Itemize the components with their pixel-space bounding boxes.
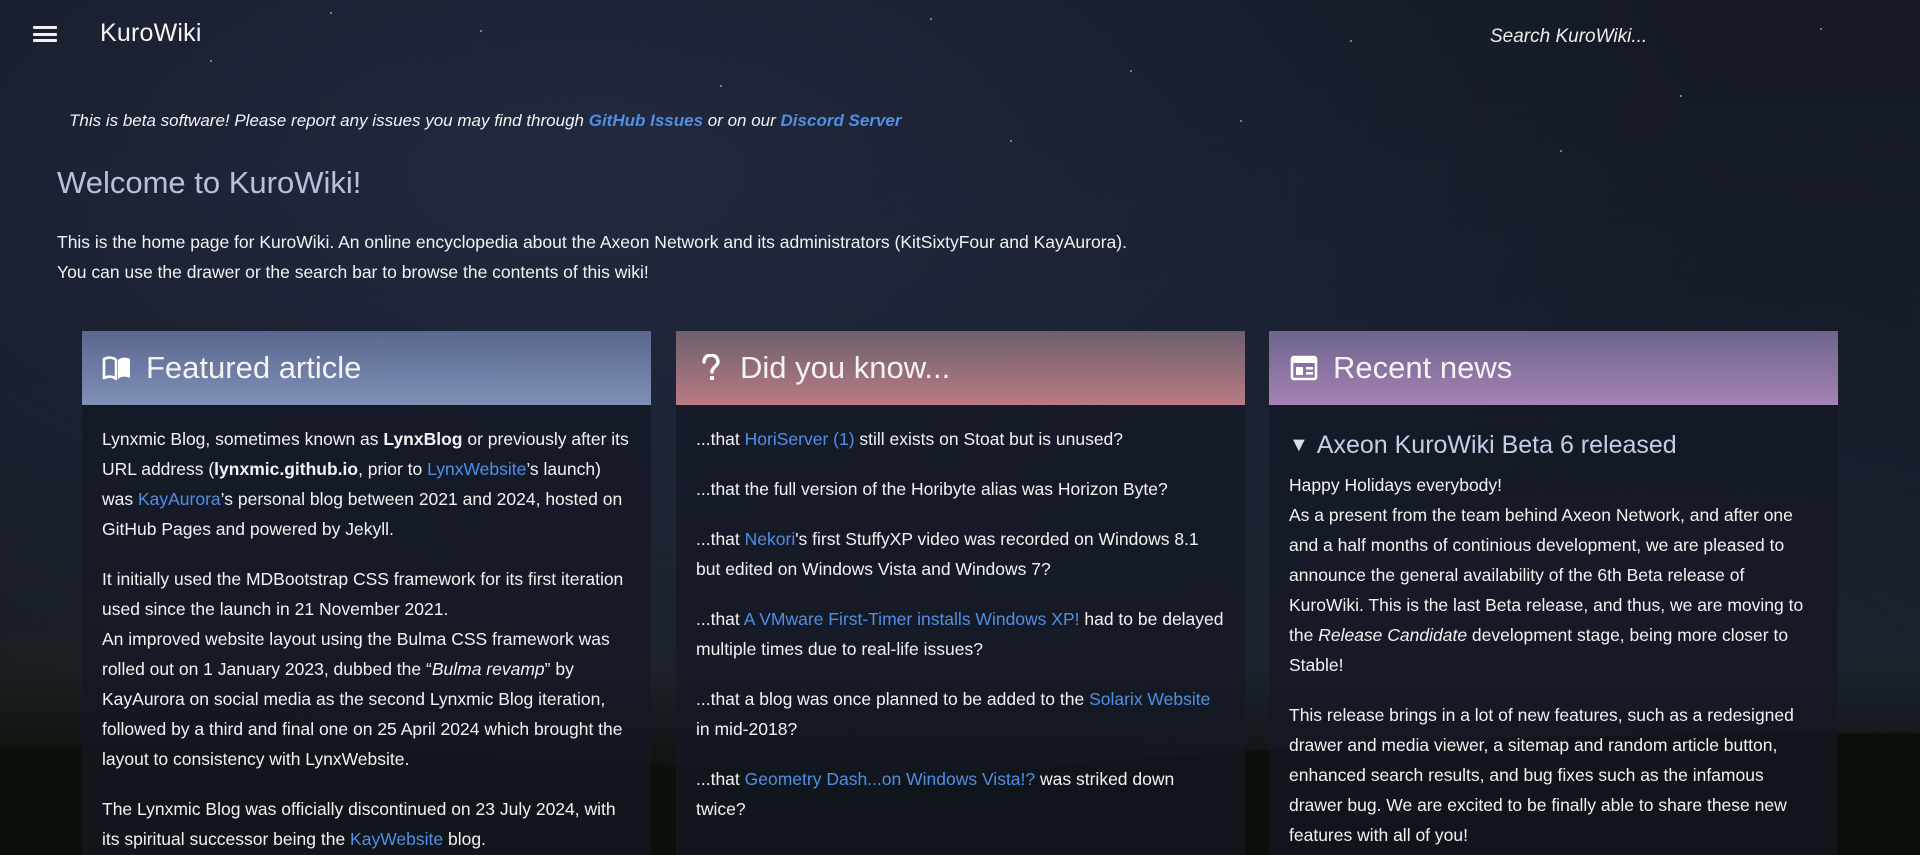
news-item-toggle[interactable]: ▼ Axeon KuroWiki Beta 6 released (1289, 430, 1818, 460)
kayaurora-link[interactable]: KayAurora (138, 489, 221, 509)
news-item-title: Axeon KuroWiki Beta 6 released (1316, 431, 1677, 459)
news-paragraph: This release brings in a lot of new feat… (1289, 705, 1794, 845)
fact-link[interactable]: Solarix Website (1089, 689, 1210, 709)
top-app-bar: KuroWiki (0, 0, 1920, 70)
discord-server-link[interactable]: Discord Server (781, 111, 902, 130)
intro-text: This is the home page for KuroWiki. An o… (57, 232, 1127, 282)
featured-paragraph: Lynxmic Blog, sometimes known as LynxBlo… (102, 429, 629, 539)
fact-item: ...that HoriServer (1) still exists on S… (696, 429, 1124, 449)
book-open-icon (102, 353, 132, 383)
menu-icon[interactable] (32, 23, 58, 45)
fact-link[interactable]: Nekori (745, 529, 796, 549)
fact-link[interactable]: A VMware First-Timer installs Windows XP… (744, 609, 1080, 629)
did-you-know-header: Did you know... (676, 331, 1245, 405)
site-title[interactable]: KuroWiki (100, 19, 202, 48)
fact-item: ...that Geometry Dash...on Windows Vista… (696, 769, 1175, 819)
recent-news-body: ▼ Axeon KuroWiki Beta 6 released Happy H… (1269, 405, 1838, 850)
did-you-know-card: Did you know... ...that HoriServer (1) s… (676, 331, 1245, 855)
news-paragraph: As a present from the team behind Axeon … (1289, 505, 1804, 675)
recent-news-title: Recent news (1333, 350, 1513, 385)
fact-link[interactable]: HoriServer (1) (745, 429, 855, 449)
search-input[interactable] (1490, 22, 1790, 52)
question-mark-icon (696, 353, 726, 383)
featured-article-title: Featured article (146, 350, 362, 385)
github-issues-link[interactable]: GitHub Issues (589, 111, 703, 130)
beta-notice: This is beta software! Please report any… (69, 111, 902, 130)
triangle-down-icon: ▼ (1289, 434, 1309, 456)
newspaper-icon (1289, 353, 1319, 383)
page-title: Welcome to KuroWiki! (57, 165, 362, 200)
news-greeting: Happy Holidays everybody! (1289, 475, 1503, 495)
lynxwebsite-link[interactable]: LynxWebsite (427, 459, 526, 479)
recent-news-card: Recent news ▼ Axeon KuroWiki Beta 6 rele… (1269, 331, 1838, 855)
featured-paragraph: The Lynxmic Blog was officially disconti… (102, 799, 616, 849)
featured-paragraph: It initially used the MDBootstrap CSS fr… (102, 569, 624, 769)
did-you-know-title: Did you know... (740, 350, 951, 385)
featured-article-body: Lynxmic Blog, sometimes known as LynxBlo… (82, 405, 651, 854)
fact-item: ...that Nekori's first StuffyXP video wa… (696, 529, 1199, 579)
featured-article-header: Featured article (82, 331, 651, 405)
fact-link[interactable]: Geometry Dash...on Windows Vista!? (745, 769, 1036, 789)
did-you-know-body: ...that HoriServer (1) still exists on S… (676, 405, 1245, 824)
fact-item: ...that the full version of the Horibyte… (696, 479, 1168, 499)
recent-news-header: Recent news (1269, 331, 1838, 405)
fact-item: ...that a blog was once planned to be ad… (696, 689, 1211, 739)
kaywebsite-link[interactable]: KayWebsite (350, 829, 443, 849)
featured-article-card: Featured article Lynxmic Blog, sometimes… (82, 331, 651, 855)
fact-item: ...that A VMware First-Timer installs Wi… (696, 609, 1224, 659)
